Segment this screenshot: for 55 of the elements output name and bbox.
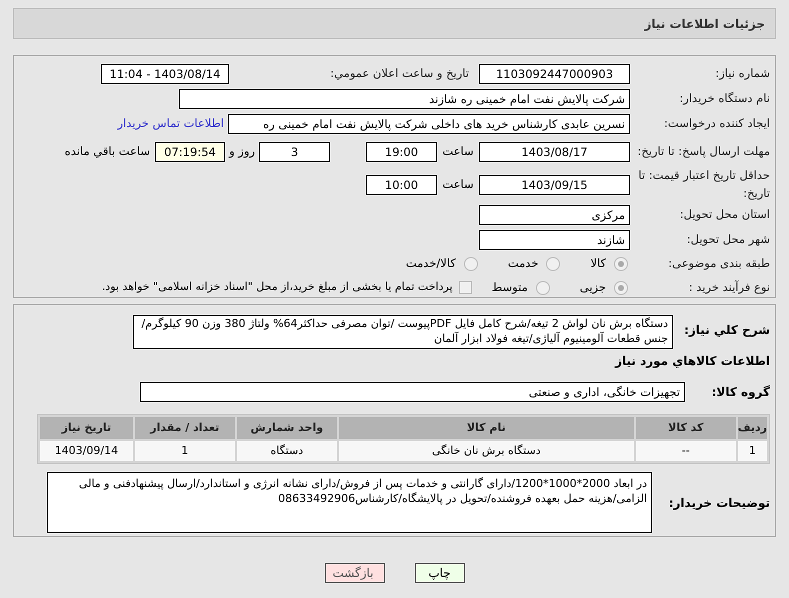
goods-group-field: تجهیزات خانگی، اداری و صنعتی xyxy=(140,382,685,402)
table-cell: دستگاه برش نان خانگی xyxy=(338,441,634,461)
column-header: تعداد / مقدار xyxy=(134,417,235,439)
time-label: ساعت xyxy=(441,143,475,160)
treasury-note: پرداخت تمام یا بخشی از مبلغ خرید،از محل "اسناد خزانه اسلامی" خواهد بود. xyxy=(102,279,453,296)
field-label: استان محل تحویل: xyxy=(678,206,770,223)
radio-label: خدمت xyxy=(508,255,538,272)
buyer-name-field: شرکت پالایش نفت امام خمینی ره شازند xyxy=(179,89,630,109)
field-label: طبقه بندی موضوعی: xyxy=(667,255,770,272)
table-cell: 1 xyxy=(134,441,235,461)
deadline-time-field: 19:00 xyxy=(366,142,437,162)
table-cell: 1 xyxy=(738,441,767,461)
need-number-field: 1103092447000903 xyxy=(479,64,630,84)
remaining-label: ساعت باقي مانده xyxy=(64,143,151,160)
print-button[interactable]: چاپ xyxy=(414,563,464,583)
field-label: حداقل تاریخ اعتبار قیمت: تا تاریخ: xyxy=(637,167,770,202)
column-header: تاریخ نیاز xyxy=(40,417,133,439)
radio-label: متوسط xyxy=(492,279,528,296)
remaining-time-field: 07:19:54 xyxy=(155,142,225,162)
field-label: شماره نیاز: xyxy=(714,65,770,82)
radio-label: جزیی xyxy=(580,279,606,296)
announce-date-field: 1403/08/14 - 11:04 xyxy=(101,64,229,84)
field-label: گروه کالا: xyxy=(710,384,770,401)
field-label: نام دستگاه خریدار: xyxy=(678,90,770,108)
table-cell: دستگاه xyxy=(236,441,337,461)
column-header: ردیف xyxy=(738,417,767,439)
days-label: روز و xyxy=(228,143,256,160)
time-label: ساعت xyxy=(441,176,475,193)
field-label: ایجاد کننده درخواست: xyxy=(663,115,770,132)
column-header: واحد شمارش xyxy=(236,417,337,439)
buyer-contact-link[interactable]: اطلاعات تماس خریدار xyxy=(117,115,224,133)
table-cell: -- xyxy=(636,441,736,461)
field-label: نوع فرآیند خرید : xyxy=(688,279,770,296)
field-label: شهر محل تحویل: xyxy=(686,230,770,248)
notes-textarea[interactable]: در ابعاد 2000*1000*1200/دارای گارانتی و خدمات پس از فروش/دارای نشانه انرژی و استاندارد/ارسال پیشنهادفنی و مالی الزامی/هزینه حمل بعهده فروشنده/تحویل در پالایشگاه/کارشناس08633492906 xyxy=(47,472,652,533)
section-heading: اطلاعات کالاهاي مورد نیاز xyxy=(614,353,770,370)
validity-date-field: 1403/09/15 xyxy=(479,174,630,195)
summary-textarea[interactable]: دستگاه برش نان لواش 2 تیغه/شرح کامل فایل PDFپیوست /توان مصرفی حداکثر64% ولتاژ 380 وزن 90 کیلوگرم/جنس قطعات آلومینیوم آلیاژی/تیغه فولاد ابزار آلمان xyxy=(133,315,673,349)
column-header: نام کالا xyxy=(338,417,634,439)
validity-time-field: 10:00 xyxy=(366,174,437,195)
days-field: 3 xyxy=(259,142,330,162)
radio-label: کالا xyxy=(590,255,606,272)
province-field: مرکزی xyxy=(479,204,630,225)
deadline-date-field: 1403/08/17 xyxy=(479,142,630,162)
table-cell: 1403/09/14 xyxy=(40,441,133,461)
field-label: مهلت ارسال پاسخ: تا تاریخ: xyxy=(636,143,770,160)
requester-field: نسرین عابدی کارشناس خرید های داخلی شرکت پالایش نفت امام خمینی ره xyxy=(228,114,630,134)
column-header: کد کالا xyxy=(636,417,736,439)
radio-label: کالا/خدمت xyxy=(406,255,456,272)
back-button[interactable]: بازگشت xyxy=(324,563,384,583)
page-header: جزئیات اطلاعات نیاز xyxy=(13,8,776,39)
field-label: شرح کلي نیاز: xyxy=(683,322,770,339)
city-field: شازند xyxy=(479,230,630,250)
field-label: توضیحات خریدار: xyxy=(668,494,770,512)
field-label: تاریخ و ساعت اعلان عمومي: xyxy=(329,65,470,82)
